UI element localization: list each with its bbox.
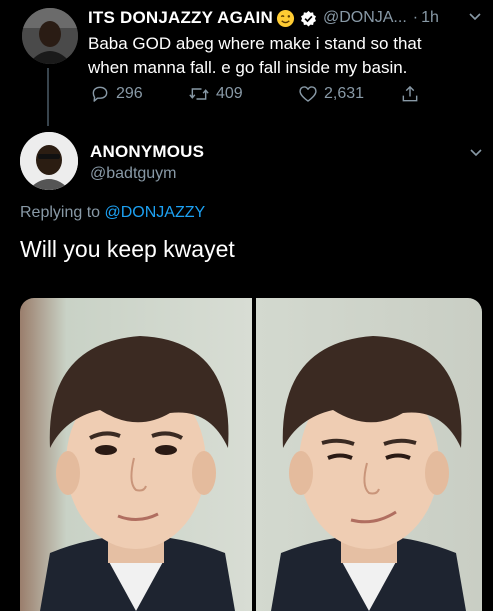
handle[interactable]: @DONJA... — [323, 9, 407, 27]
chevron-down-icon[interactable] — [468, 144, 484, 165]
separator: · — [412, 9, 419, 26]
reply-button[interactable]: 296 — [90, 84, 143, 104]
share-button[interactable] — [400, 84, 420, 104]
share-icon — [400, 84, 420, 104]
replying-to: Replying to @DONJAZZY — [20, 204, 205, 222]
avatar-photo — [20, 132, 78, 190]
badtguym-avatar[interactable] — [20, 132, 78, 190]
media-photo-right[interactable] — [256, 298, 482, 611]
chevron-down-icon[interactable] — [467, 8, 483, 29]
tweet-actions: 296 409 2,631 — [90, 84, 430, 108]
tweet-text-line: Baba GOD abeg where make i stand so that — [88, 34, 422, 53]
retweet-button[interactable]: 409 — [188, 84, 243, 104]
display-name[interactable]: ITS DONJAZZY AGAIN — [88, 8, 273, 28]
media-photo-left[interactable] — [20, 298, 252, 611]
display-name[interactable]: ANONYMOUS — [90, 142, 204, 162]
like-count: 2,631 — [324, 85, 365, 102]
reply-tweet-text: Will you keep kwayet — [20, 236, 235, 262]
retweet-icon — [188, 84, 210, 104]
donjazzy-avatar[interactable] — [22, 8, 78, 64]
handle[interactable]: @badtguym — [90, 165, 177, 183]
emoji-wink-icon — [276, 9, 295, 28]
timestamp[interactable]: 1h — [421, 9, 439, 27]
reply-icon — [90, 84, 110, 104]
avatar-photo — [22, 8, 78, 64]
like-icon — [298, 84, 318, 104]
reply-count: 296 — [116, 85, 143, 102]
thread-line — [47, 68, 49, 126]
photo-right-image — [256, 298, 482, 611]
retweet-count: 409 — [216, 85, 243, 102]
parent-tweet-text: Baba GOD abeg where make i stand so that… — [88, 32, 488, 80]
verified-badge-icon — [300, 10, 317, 27]
parent-tweet-header: ITS DONJAZZY AGAIN @DONJA... · 1h — [88, 6, 488, 30]
photo-left-image — [20, 298, 252, 611]
replying-to-label: Replying to — [20, 204, 105, 221]
tweet-text-line: when manna fall. e go fall inside my bas… — [88, 58, 408, 77]
like-button[interactable]: 2,631 — [298, 84, 364, 104]
replying-to-handle[interactable]: @DONJAZZY — [105, 204, 206, 221]
